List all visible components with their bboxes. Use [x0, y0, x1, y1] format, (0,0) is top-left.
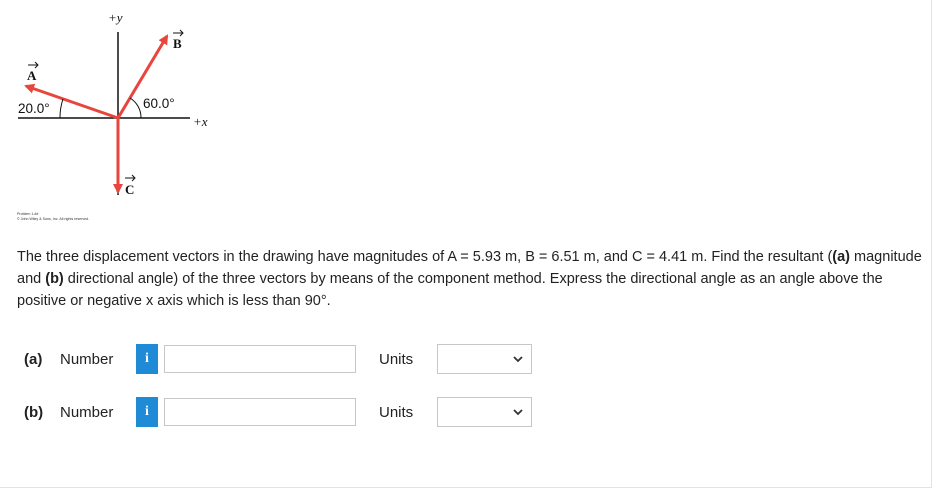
question-part-b-marker: (b)	[45, 271, 64, 287]
info-icon[interactable]: i	[136, 344, 158, 374]
svg-text:B: B	[173, 36, 182, 51]
angle-b-label: 60.0°	[143, 96, 175, 111]
vector-a-label: A	[27, 61, 39, 83]
part-label-a: (a)	[24, 350, 43, 368]
vector-b-label: B	[173, 29, 184, 51]
svg-text:C: C	[125, 182, 134, 197]
chevron-down-icon	[513, 409, 523, 416]
figure-credit-line-2: © John Wiley & Sons, Inc. All rights res…	[17, 217, 89, 221]
y-axis-label: +y	[108, 10, 123, 25]
info-icon[interactable]: i	[136, 397, 158, 427]
vector-c-label: C	[125, 174, 136, 197]
question-text: The three displacement vectors in the dr…	[17, 246, 922, 312]
question-seg-1: The three displacement vectors in the dr…	[17, 249, 833, 265]
units-label-a: Units	[379, 350, 414, 368]
angle-a-arc	[59, 98, 64, 119]
units-label-b: Units	[379, 403, 414, 421]
number-input-b[interactable]	[164, 398, 356, 426]
answer-row-b: (b) Number i Units	[24, 396, 532, 428]
units-select-a[interactable]	[437, 344, 532, 374]
answer-row-a: (a) Number i Units	[24, 343, 532, 375]
svg-text:A: A	[27, 68, 37, 83]
question-part-a-marker: (a)	[832, 249, 851, 265]
chevron-down-icon	[513, 356, 523, 363]
vector-diagram: +y +x A B C 20.0° 60.0° Problem 1.## © J…	[17, 10, 208, 221]
question-seg-3: directional angle) of the three vectors …	[17, 271, 883, 309]
units-select-b[interactable]	[437, 397, 532, 427]
number-label-b: Number	[60, 403, 114, 421]
part-label-b: (b)	[24, 403, 44, 421]
figure-credit-line-1: Problem 1.##	[17, 212, 38, 216]
x-axis-label: +x	[193, 114, 208, 129]
number-input-a[interactable]	[164, 345, 356, 373]
angle-a-label: 20.0°	[18, 101, 50, 116]
angle-b-arc	[129, 97, 142, 119]
number-label-a: Number	[60, 350, 114, 368]
